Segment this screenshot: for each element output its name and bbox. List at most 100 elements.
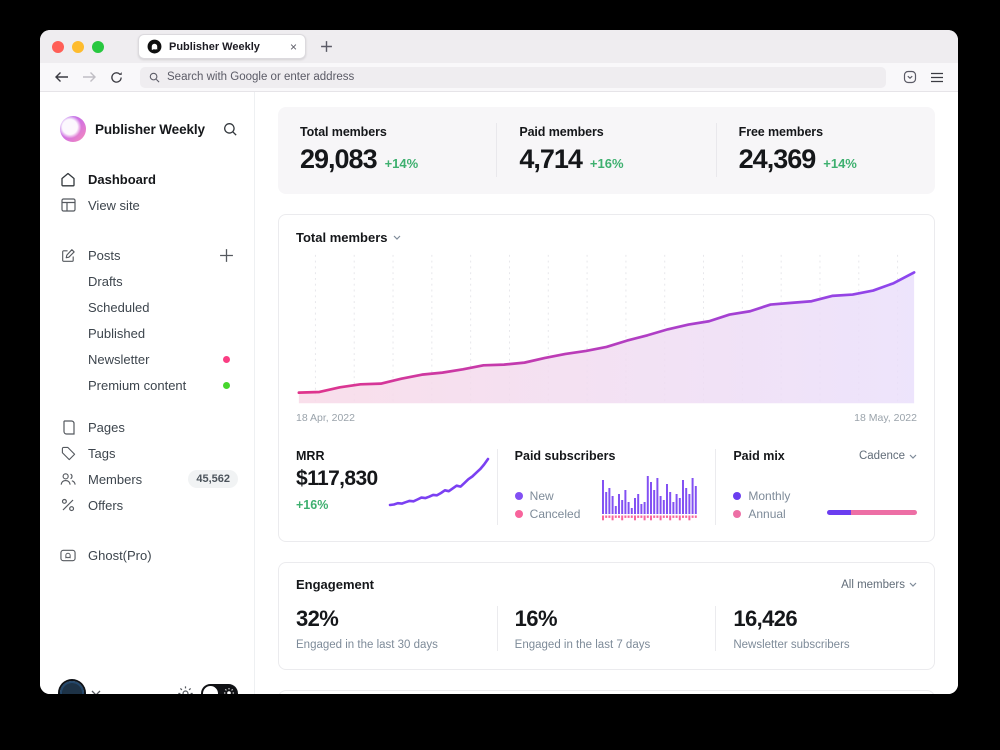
legend-monthly: Monthly <box>733 487 790 505</box>
chevron-down-icon <box>909 582 917 587</box>
sidebar-item-label: Offers <box>88 498 123 513</box>
sidebar-item-premium-content[interactable]: Premium content <box>60 372 238 398</box>
sidebar-item-label: Posts <box>88 248 121 263</box>
stat-label: Paid members <box>519 125 693 139</box>
mrr-sparkline-chart <box>386 449 492 513</box>
settings-gear-icon[interactable] <box>177 685 194 695</box>
search-icon <box>149 72 160 83</box>
sidebar-item-published[interactable]: Published <box>60 320 238 346</box>
sidebar-item-label: Tags <box>88 446 115 461</box>
engagement-value: 16,426 <box>733 606 917 632</box>
paid-subscribers-section: Paid subscribers New Canceled <box>497 449 716 525</box>
sidebar-item-label: Ghost(Pro) <box>88 548 152 563</box>
stat-paid-members: Paid members 4,714 +16% <box>496 123 715 177</box>
cadence-dropdown[interactable]: Cadence <box>859 450 917 462</box>
browser-tab[interactable]: Publisher Weekly × <box>138 34 306 59</box>
shield-icon[interactable] <box>903 70 917 84</box>
engagement-title: Engagement <box>296 577 374 592</box>
sidebar-item-label: Scheduled <box>88 300 149 315</box>
stat-label: Total members <box>300 125 474 139</box>
overview-card: Total members 18 Apr, 2022 18 May, 2022 <box>278 214 935 542</box>
mix-annual-segment <box>851 510 917 515</box>
reload-icon[interactable] <box>110 71 123 84</box>
sidebar-item-label: Pages <box>88 420 125 435</box>
sidebar-item-pages[interactable]: Pages <box>60 414 238 440</box>
edit-post-icon <box>60 248 76 263</box>
newsletter-status-dot <box>223 356 230 363</box>
sidebar-item-view-site[interactable]: View site <box>60 192 238 218</box>
engagement-caption: Engaged in the last 7 days <box>515 639 699 651</box>
ghost-pro-icon <box>60 549 76 562</box>
stat-delta: +14% <box>385 156 419 171</box>
stat-delta: +16% <box>590 156 624 171</box>
mrr-value: $117,830 <box>296 467 378 491</box>
sidebar-item-drafts[interactable]: Drafts <box>60 268 238 294</box>
sidebar-item-posts[interactable]: Posts <box>60 242 238 268</box>
mix-monthly-segment <box>827 510 851 515</box>
chevron-down-icon <box>909 454 917 459</box>
site-layout-icon <box>60 198 76 212</box>
legend-annual: Annual <box>733 505 790 523</box>
toggle-knob <box>203 686 218 695</box>
sidebar-item-scheduled[interactable]: Scheduled <box>60 294 238 320</box>
zoom-window-button[interactable] <box>92 41 104 53</box>
stat-value: 29,083 <box>300 144 377 175</box>
url-search-bar[interactable]: Search with Google or enter address <box>140 67 886 88</box>
legend-new: New <box>515 487 581 505</box>
sidebar-item-offers[interactable]: Offers <box>60 492 238 518</box>
sidebar-item-label: Premium content <box>88 378 186 393</box>
close-window-button[interactable] <box>52 41 64 53</box>
sidebar-item-newsletter[interactable]: Newsletter <box>60 346 238 372</box>
next-card-partial <box>278 690 935 694</box>
legend-dot <box>733 510 741 518</box>
chart-metric-dropdown[interactable]: Total members <box>279 215 934 249</box>
sidebar-item-label: Drafts <box>88 274 123 289</box>
chart-start-date: 18 Apr, 2022 <box>296 412 355 424</box>
stat-delta: +14% <box>823 156 857 171</box>
paid-subscribers-bar-chart <box>602 469 698 525</box>
browser-toolbar: Search with Google or enter address <box>40 63 958 92</box>
stat-label: Free members <box>739 125 913 139</box>
engagement-caption: Engaged in the last 30 days <box>296 639 480 651</box>
sidebar-item-label: Newsletter <box>88 352 149 367</box>
site-avatar[interactable] <box>60 116 86 142</box>
stat-value: 24,369 <box>739 144 816 175</box>
percent-icon <box>60 498 76 512</box>
dark-mode-toggle[interactable] <box>201 684 238 695</box>
mrr-delta: +16% <box>296 498 378 512</box>
browser-window: Publisher Weekly × Search with Google or… <box>40 30 958 694</box>
add-post-icon[interactable] <box>219 248 234 263</box>
sidebar-search-icon[interactable] <box>223 122 238 137</box>
paid-subscribers-label: Paid subscribers <box>515 449 699 463</box>
forward-icon[interactable] <box>82 71 97 83</box>
paid-mix-stacked-bar <box>827 510 917 515</box>
sun-icon <box>224 688 234 694</box>
sidebar-item-ghost-pro[interactable]: Ghost(Pro) <box>60 542 238 568</box>
audience-dropdown[interactable]: All members <box>841 579 917 591</box>
engagement-7-days: 16% Engaged in the last 7 days <box>497 606 716 651</box>
sidebar-item-tags[interactable]: Tags <box>60 440 238 466</box>
new-tab-icon[interactable] <box>320 40 333 53</box>
menu-icon[interactable] <box>930 72 944 83</box>
back-icon[interactable] <box>54 71 69 83</box>
ghost-favicon <box>147 39 162 54</box>
tab-title: Publisher Weekly <box>169 41 283 53</box>
members-count-badge: 45,562 <box>188 470 238 488</box>
sidebar-item-dashboard[interactable]: Dashboard <box>60 166 238 192</box>
paid-mix-label: Paid mix <box>733 449 784 463</box>
engagement-30-days: 32% Engaged in the last 30 days <box>279 606 497 651</box>
sidebar-item-members[interactable]: Members 45,562 <box>60 466 238 492</box>
site-name[interactable]: Publisher Weekly <box>95 122 214 137</box>
minimize-window-button[interactable] <box>72 41 84 53</box>
tab-close-icon[interactable]: × <box>290 41 297 53</box>
chart-title: Total members <box>296 230 388 245</box>
sidebar: Publisher Weekly Dashboard View site <box>40 92 255 694</box>
user-avatar[interactable] <box>60 681 84 694</box>
user-menu-chevron-icon[interactable] <box>91 690 101 694</box>
search-placeholder: Search with Google or enter address <box>167 71 354 83</box>
legend-dot <box>515 510 523 518</box>
stat-value: 4,714 <box>519 144 582 175</box>
mrr-section: MRR $117,830 +16% <box>279 449 497 525</box>
engagement-value: 16% <box>515 606 699 632</box>
chart-end-date: 18 May, 2022 <box>854 412 917 424</box>
